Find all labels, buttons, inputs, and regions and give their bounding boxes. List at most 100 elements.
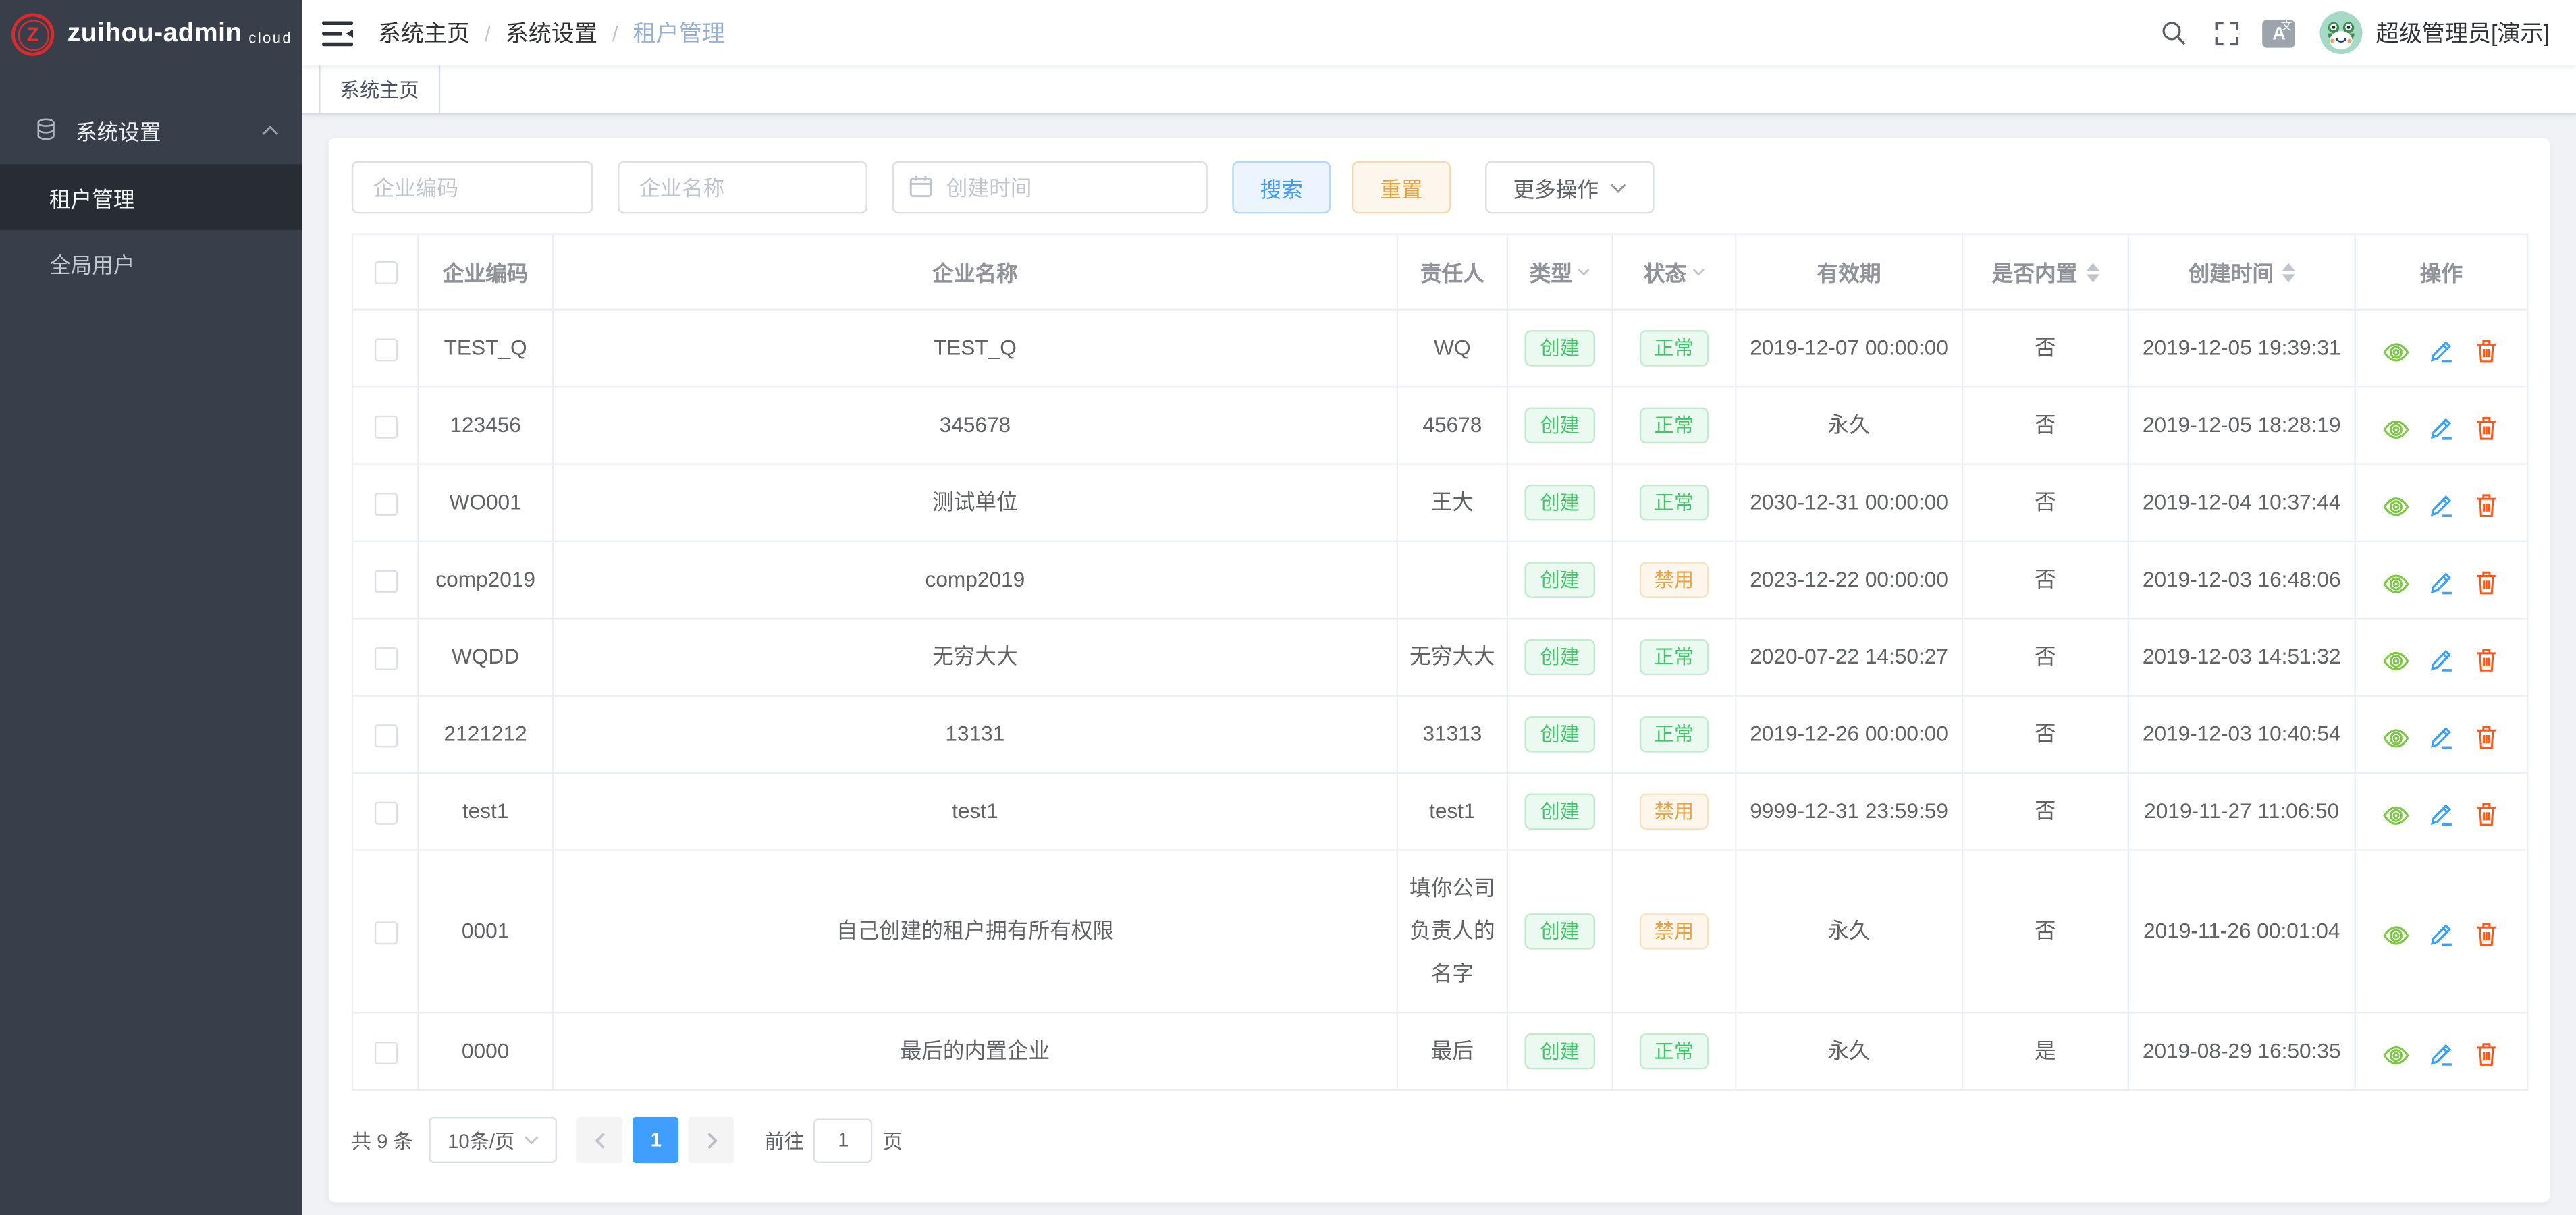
row-checkbox[interactable] xyxy=(374,492,397,515)
view-button[interactable] xyxy=(2382,799,2409,826)
tenant-table: 企业编码企业名称责任人类型状态有效期是否内置创建时间操作 TEST_QTEST_… xyxy=(352,234,2529,1091)
prev-page-button[interactable] xyxy=(577,1117,623,1163)
cell-text: 31313 xyxy=(1422,721,1482,746)
cell-code: 123456 xyxy=(418,387,553,464)
row-checkbox-cell xyxy=(352,1013,418,1089)
next-page-button[interactable] xyxy=(689,1117,735,1163)
tabs-bar: 系统主页 xyxy=(302,65,2576,115)
avatar[interactable] xyxy=(2320,11,2363,54)
row-checkbox[interactable] xyxy=(374,724,397,747)
view-button[interactable] xyxy=(2382,413,2409,439)
row-checkbox[interactable] xyxy=(374,569,397,592)
view-button[interactable] xyxy=(2382,722,2409,749)
cell-type: 创建 xyxy=(1507,696,1613,773)
delete-button[interactable] xyxy=(2474,1039,2500,1065)
status-tag: 正常 xyxy=(1640,639,1709,676)
row-checkbox[interactable] xyxy=(374,1041,397,1064)
edit-button[interactable] xyxy=(2428,568,2454,594)
current-user-name[interactable]: 超级管理员[演示] xyxy=(2376,16,2550,49)
language-icon-sub: 文 xyxy=(2280,20,2292,32)
app-logo[interactable]: Z zuihou-admin cloud xyxy=(0,0,302,69)
edit-button[interactable] xyxy=(2428,413,2454,439)
sidebar-group-system-settings[interactable]: 系统设置 xyxy=(0,95,302,164)
view-button[interactable] xyxy=(2382,568,2409,594)
delete-button[interactable] xyxy=(2474,645,2500,671)
delete-button[interactable] xyxy=(2474,919,2500,946)
trash-icon xyxy=(2474,1039,2499,1065)
page-size-select[interactable]: 10条/页 xyxy=(429,1117,558,1163)
cell-owner: 无穷大大 xyxy=(1397,618,1507,695)
breadcrumb-system-settings[interactable]: 系统设置 xyxy=(506,16,597,49)
edit-button[interactable] xyxy=(2428,645,2454,671)
cell-text: 0000 xyxy=(462,1038,509,1063)
view-button[interactable] xyxy=(2382,336,2409,362)
enterprise-code-input[interactable] xyxy=(352,161,593,213)
logo-letter: Z xyxy=(18,19,49,50)
pencil-icon xyxy=(2428,799,2454,826)
select-all-checkbox[interactable] xyxy=(374,262,397,285)
eye-icon xyxy=(2382,919,2410,946)
row-checkbox[interactable] xyxy=(374,338,397,360)
view-button[interactable] xyxy=(2382,919,2409,946)
status-tag: 禁用 xyxy=(1640,793,1709,830)
breadcrumb-home[interactable]: 系统主页 xyxy=(378,16,470,49)
row-checkbox[interactable] xyxy=(374,921,397,944)
calendar-icon xyxy=(909,174,934,207)
row-checkbox-cell xyxy=(352,387,418,464)
sidebar-item-global-users[interactable]: 全局用户 xyxy=(0,230,302,296)
cell-type: 创建 xyxy=(1507,541,1613,618)
edit-button[interactable] xyxy=(2428,491,2454,517)
column-header-created[interactable]: 创建时间 xyxy=(2128,234,2355,310)
view-button[interactable] xyxy=(2382,645,2409,671)
edit-button[interactable] xyxy=(2428,1039,2454,1065)
delete-button[interactable] xyxy=(2474,799,2500,826)
created-time-input[interactable] xyxy=(892,161,1207,213)
goto-page-input[interactable] xyxy=(814,1118,874,1162)
column-header-builtin[interactable]: 是否内置 xyxy=(1962,234,2128,310)
language-icon[interactable]: A 文 xyxy=(2257,11,2300,54)
page-number-1[interactable]: 1 xyxy=(633,1117,679,1163)
eye-icon xyxy=(2382,645,2410,671)
reset-button[interactable]: 重置 xyxy=(1352,161,1451,213)
column-header-status[interactable]: 状态 xyxy=(1613,234,1736,310)
delete-button[interactable] xyxy=(2474,722,2500,749)
cell-code: comp2019 xyxy=(418,541,553,618)
cell-text: 永久 xyxy=(1827,918,1870,943)
enterprise-name-input[interactable] xyxy=(618,161,867,213)
row-actions-cell xyxy=(2355,310,2528,387)
view-button[interactable] xyxy=(2382,491,2409,517)
edit-button[interactable] xyxy=(2428,919,2454,946)
cell-type: 创建 xyxy=(1507,310,1613,387)
cell-text: 2019-12-03 16:48:06 xyxy=(2143,567,2341,592)
search-button[interactable]: 搜索 xyxy=(1232,161,1331,213)
eye-icon xyxy=(2382,568,2410,594)
hamburger-icon[interactable] xyxy=(322,18,355,48)
cell-text: TEST_Q xyxy=(934,335,1017,360)
cell-builtin: 否 xyxy=(1962,541,2128,618)
column-header-type[interactable]: 类型 xyxy=(1507,234,1613,310)
delete-button[interactable] xyxy=(2474,336,2500,362)
pencil-icon xyxy=(2428,919,2454,946)
pencil-icon xyxy=(2428,413,2454,439)
row-checkbox[interactable] xyxy=(374,801,397,824)
type-tag: 创建 xyxy=(1526,330,1594,367)
search-icon[interactable] xyxy=(2153,11,2195,54)
edit-button[interactable] xyxy=(2428,336,2454,362)
edit-button[interactable] xyxy=(2428,799,2454,826)
cell-validity: 2019-12-26 00:00:00 xyxy=(1736,696,1962,773)
breadcrumb-separator: / xyxy=(485,20,491,45)
delete-button[interactable] xyxy=(2474,413,2500,439)
row-checkbox[interactable] xyxy=(374,415,397,438)
cell-text: 2019-12-05 19:39:31 xyxy=(2143,335,2341,360)
delete-button[interactable] xyxy=(2474,568,2500,594)
fullscreen-icon[interactable] xyxy=(2205,11,2248,54)
row-checkbox[interactable] xyxy=(374,647,397,670)
tab-system-home[interactable]: 系统主页 xyxy=(319,65,440,113)
column-header-label: 状态 xyxy=(1644,256,1686,288)
more-actions-button[interactable]: 更多操作 xyxy=(1485,161,1655,213)
edit-button[interactable] xyxy=(2428,722,2454,749)
cell-status: 正常 xyxy=(1613,618,1736,695)
sidebar-item-tenant-management[interactable]: 租户管理 xyxy=(0,164,302,230)
view-button[interactable] xyxy=(2382,1039,2409,1065)
delete-button[interactable] xyxy=(2474,491,2500,517)
